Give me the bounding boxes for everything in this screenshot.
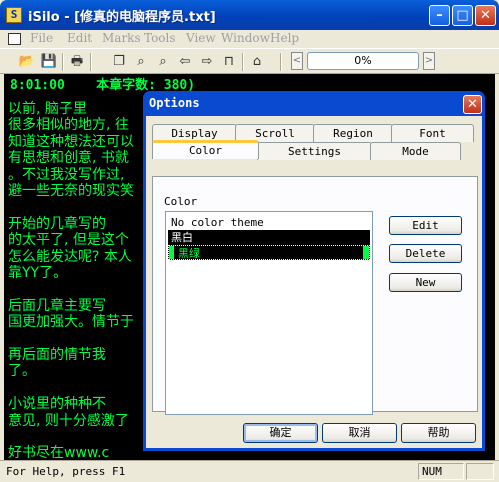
progress-left-button[interactable]: <: [291, 52, 303, 70]
reader-line: 好书尽在www.c: [8, 445, 110, 460]
status-bar: For Help, press F1 NUM: [0, 460, 499, 482]
reader-line: 避一些无奈的现实笑: [8, 183, 134, 199]
menu-window[interactable]: Window: [221, 31, 270, 45]
home-icon[interactable]: ⌂: [248, 53, 266, 71]
cancel-button[interactable]: 取消: [322, 423, 397, 443]
open-folder-icon[interactable]: 📂: [18, 53, 36, 71]
menu-marks[interactable]: Marks: [102, 31, 141, 45]
status-grip: [466, 463, 494, 480]
toolbar-separator: [280, 53, 282, 71]
help-button[interactable]: 帮助: [401, 423, 476, 443]
toolbar-separator: [62, 53, 64, 71]
menu-tools[interactable]: Tools: [144, 31, 176, 45]
tab-region[interactable]: Region: [313, 124, 393, 142]
menu-help[interactable]: Help: [270, 31, 299, 45]
forward-icon[interactable]: ⇨: [198, 53, 216, 71]
menu-edit[interactable]: Edit: [67, 31, 92, 45]
ok-button[interactable]: 确定: [243, 423, 318, 443]
toolbar-separator: [90, 53, 92, 71]
window-title: iSilo - [修真的电脑程序员.txt]: [28, 10, 216, 25]
menu-view[interactable]: View: [186, 31, 216, 45]
reader-line: 意见, 则十分感激了: [8, 412, 129, 429]
list-item[interactable]: No color theme: [168, 215, 370, 230]
copy-icon[interactable]: ❐: [110, 53, 128, 71]
print-icon[interactable]: 🖶: [68, 53, 86, 71]
toolbar-separator: [242, 53, 244, 71]
new-button-label: New: [415, 276, 436, 289]
save-icon[interactable]: 💾: [40, 53, 58, 71]
menu-file[interactable]: File: [30, 31, 53, 45]
delete-button-label: Delete: [405, 247, 446, 260]
status-text: For Help, press F1: [6, 465, 126, 478]
close-icon[interactable]: ✕: [475, 5, 496, 26]
tab-settings[interactable]: Settings: [257, 142, 372, 160]
list-item[interactable]: 黑白: [168, 230, 370, 245]
dialog-title: Options: [149, 96, 200, 110]
menu-bar: File Edit Marks Tools View Window Help: [0, 30, 499, 48]
list-item-selected[interactable]: 黑绿: [168, 245, 370, 260]
document-icon[interactable]: [8, 33, 21, 45]
delete-button[interactable]: Delete: [389, 244, 462, 263]
bookmark-icon[interactable]: ⊓: [220, 53, 238, 71]
back-icon[interactable]: ⇦: [176, 53, 194, 71]
new-button[interactable]: New: [389, 273, 462, 292]
reader-line: 靠YY了。: [8, 265, 68, 281]
minimize-icon[interactable]: –: [429, 5, 450, 26]
dialog-body: Display Scroll Region Font Color Setting…: [146, 116, 482, 448]
status-num-indicator: NUM: [418, 463, 464, 480]
app-icon[interactable]: S: [6, 7, 22, 23]
options-dialog: Options ✕ Display Scroll Region Font Col…: [143, 91, 485, 451]
tab-mode[interactable]: Mode: [370, 142, 461, 160]
maximize-icon[interactable]: □: [452, 5, 473, 26]
tab-font[interactable]: Font: [391, 124, 474, 142]
color-group-label: Color: [164, 195, 198, 208]
dialog-close-icon[interactable]: ✕: [463, 95, 482, 114]
tab-color[interactable]: Color: [152, 140, 259, 159]
edit-button-label: Edit: [412, 219, 439, 232]
reader-line: 了。: [8, 363, 36, 380]
color-theme-list[interactable]: No color theme 黑白 黑绿: [165, 211, 373, 415]
find-icon[interactable]: ⌕: [132, 53, 150, 71]
reader-line: 国更加强大。情节于: [8, 314, 134, 331]
find-next-icon[interactable]: ⌕: [154, 53, 172, 71]
progress-right-button[interactable]: >: [423, 52, 435, 70]
edit-button[interactable]: Edit: [389, 216, 462, 235]
window-title-bar[interactable]: S iSilo - [修真的电脑程序员.txt] – □ ✕: [0, 0, 499, 30]
progress-indicator[interactable]: 0%: [307, 52, 419, 70]
